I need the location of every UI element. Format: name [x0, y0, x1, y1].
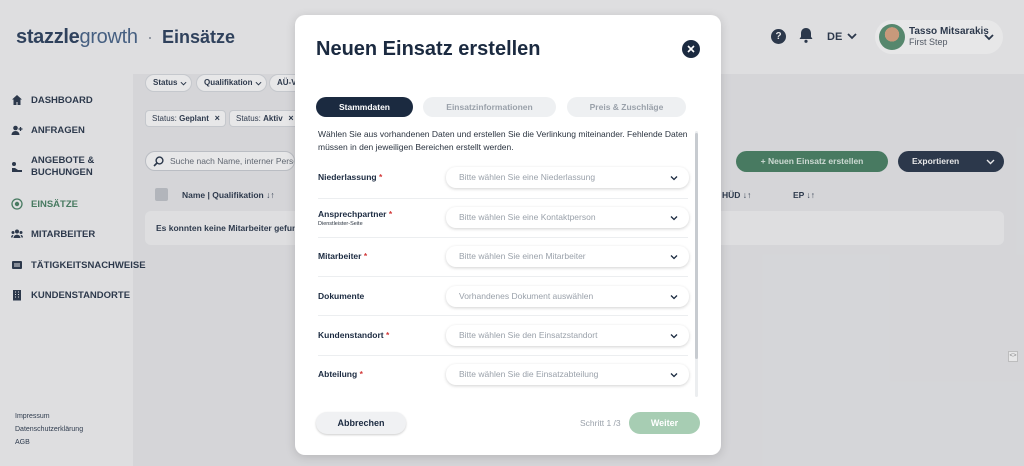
tab-preis-zuschlaege[interactable]: Preis & Zuschläge — [567, 97, 686, 117]
field-label-abteilung: Abteilung * — [318, 369, 363, 379]
divider — [318, 198, 688, 199]
field-label-dokumente: Dokumente — [318, 291, 365, 301]
chevron-down-icon — [670, 373, 678, 378]
field-label-ansprechpartner: Ansprechpartner * — [318, 209, 393, 219]
chevron-down-icon — [670, 295, 678, 300]
divider — [318, 276, 688, 277]
field-label-kundenstandort: Kundenstandort * — [318, 330, 390, 340]
chevron-down-icon — [670, 255, 678, 260]
close-icon — [687, 45, 695, 53]
kundenstandort-select[interactable]: Bitte wählen Sie den Einsatzstandort — [446, 325, 689, 346]
mitarbeiter-select[interactable]: Bitte wählen Sie einen Mitarbeiter — [446, 246, 689, 267]
chevron-down-icon — [670, 176, 678, 181]
next-button[interactable]: Weiter — [629, 412, 700, 434]
divider — [318, 237, 688, 238]
tab-einsatzinformationen[interactable]: Einsatzinformationen — [423, 97, 556, 117]
ansprechpartner-select[interactable]: Bitte wählen Sie eine Kontaktperson — [446, 207, 689, 228]
step-indicator: Schritt 1 /3 — [580, 418, 621, 428]
modal-description: Wählen Sie aus vorhandenen Daten und ers… — [318, 129, 688, 152]
modal-title: Neuen Einsatz erstellen — [316, 38, 541, 60]
field-sublabel: Dienstleister-Seite — [318, 221, 363, 227]
dokumente-select[interactable]: Vorhandenes Dokument auswählen — [446, 286, 689, 307]
divider — [318, 355, 688, 356]
abteilung-select[interactable]: Bitte wählen Sie die Einsatzabteilung — [446, 364, 689, 385]
field-label-niederlassung: Niederlassung * — [318, 172, 383, 182]
tab-stammdaten[interactable]: Stammdaten — [316, 97, 413, 117]
close-button[interactable] — [682, 40, 700, 58]
scrollbar-thumb[interactable] — [695, 133, 698, 359]
divider — [318, 315, 688, 316]
cancel-button[interactable]: Abbrechen — [316, 412, 406, 434]
create-einsatz-modal: Neuen Einsatz erstellen Stammdaten Einsa… — [295, 15, 721, 455]
niederlassung-select[interactable]: Bitte wählen Sie eine Niederlassung — [446, 167, 689, 188]
field-label-mitarbeiter: Mitarbeiter * — [318, 251, 368, 261]
chevron-down-icon — [670, 334, 678, 339]
chevron-down-icon — [670, 216, 678, 221]
